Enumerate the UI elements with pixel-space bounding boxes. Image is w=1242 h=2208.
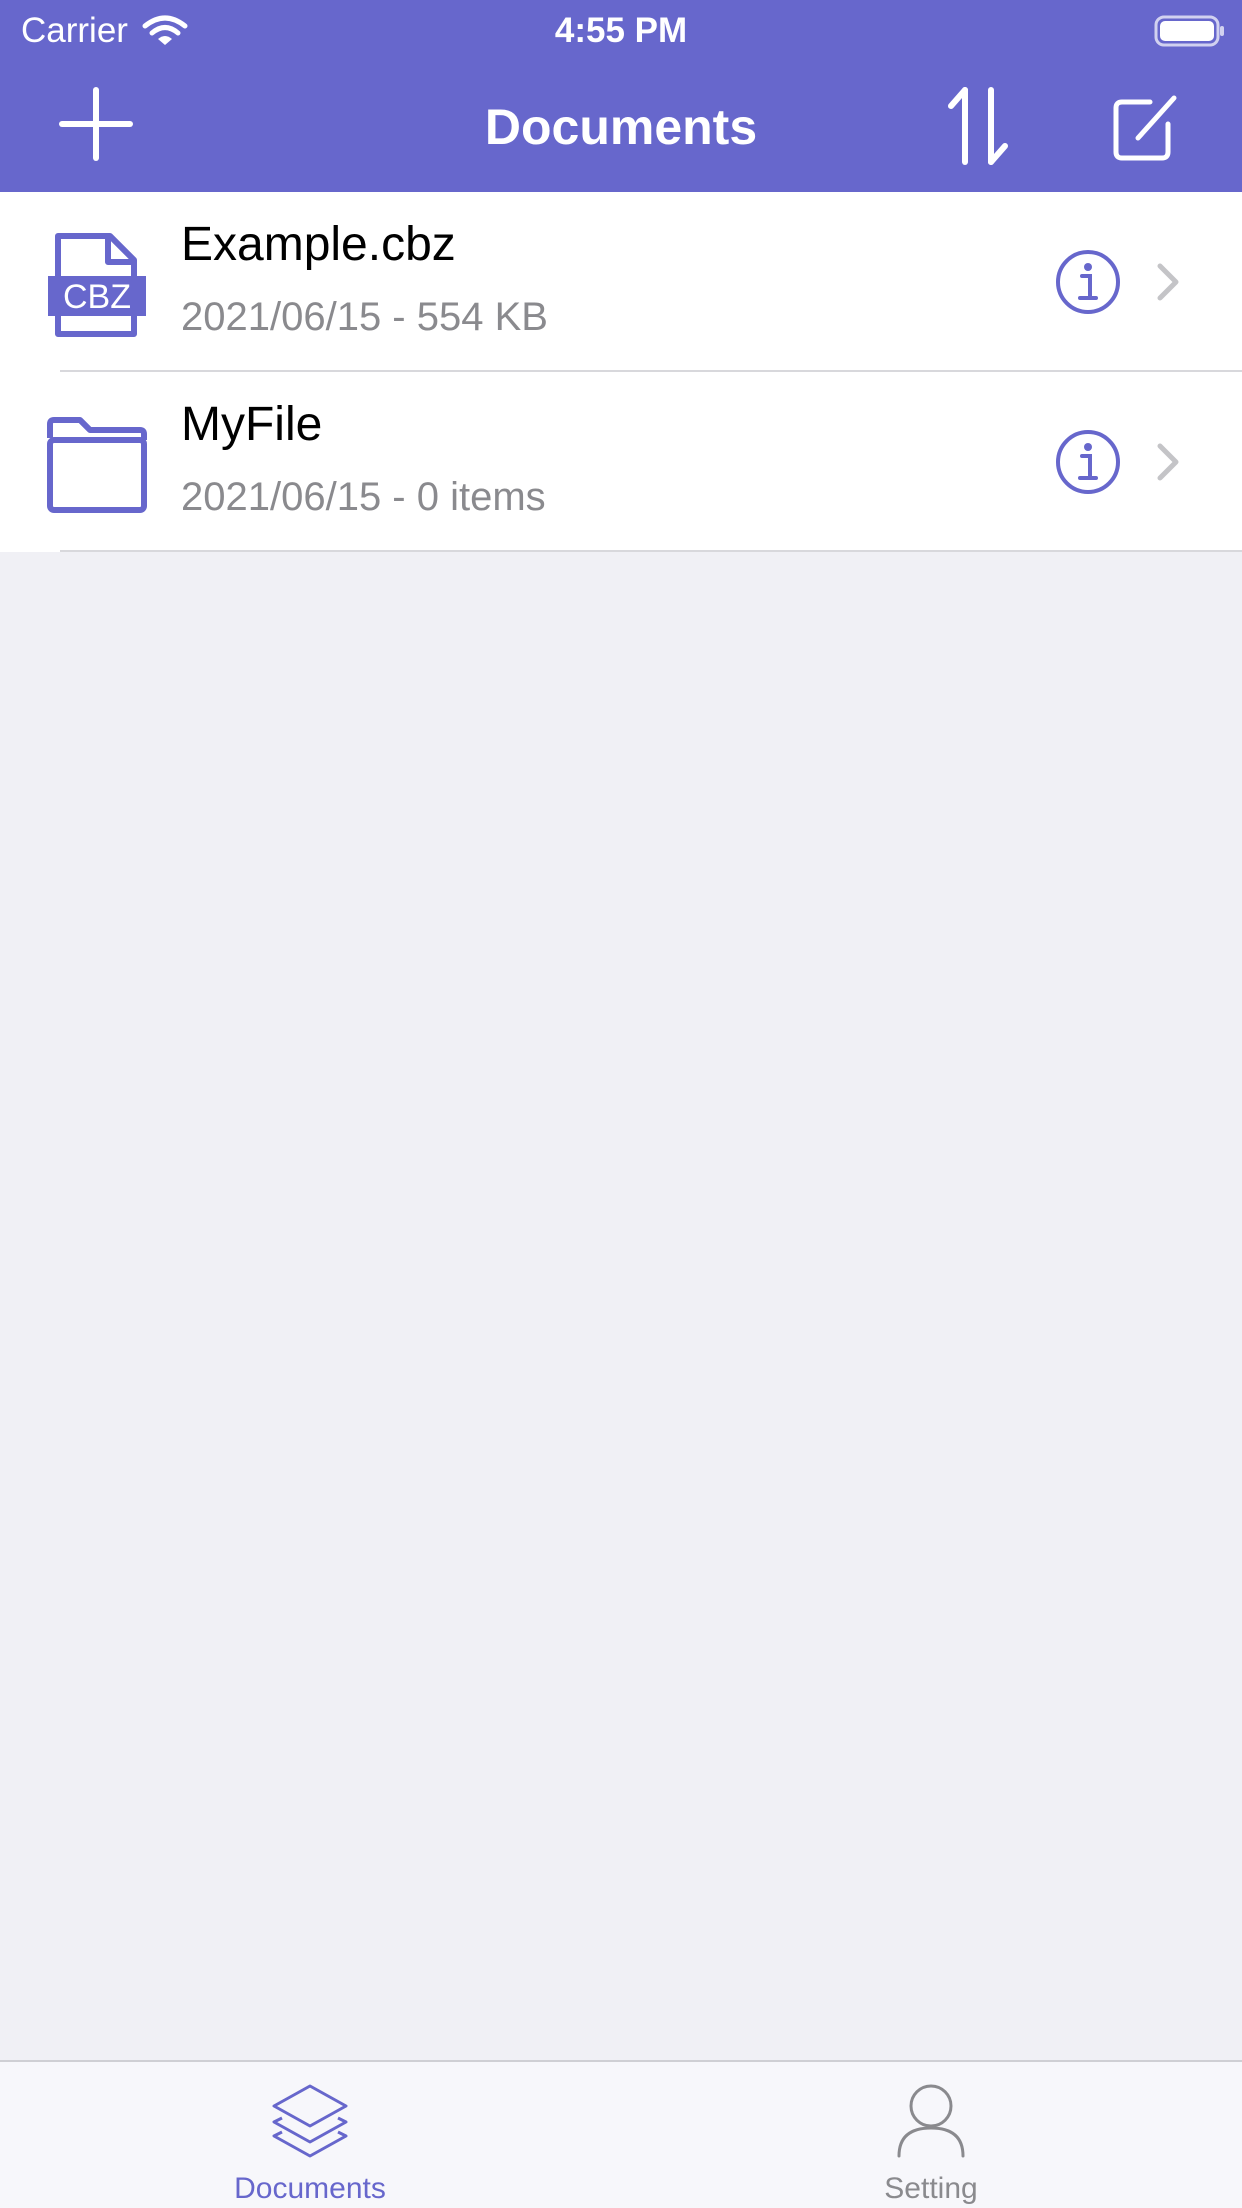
person-icon: [897, 2084, 965, 2158]
row-divider: [60, 550, 1242, 552]
tab-label: Documents: [234, 2172, 386, 2205]
header: Carrier 4:55 PM Documents: [0, 0, 1242, 192]
list-item-myfile[interactable]: MyFile 2021/06/15 - 0 items: [0, 372, 1242, 552]
status-time: 4:55 PM: [554, 11, 688, 50]
folder-icon: [47, 417, 147, 513]
cbz-thumb-label: CBZ: [63, 278, 131, 316]
sort-icon[interactable]: [945, 86, 1011, 166]
navigation-bar: Documents: [0, 62, 1242, 192]
page-title: Documents: [484, 99, 758, 155]
edit-icon[interactable]: [1110, 90, 1180, 162]
chevron-right-icon: [1157, 443, 1179, 481]
status-bar: Carrier 4:55 PM: [0, 0, 1242, 62]
tab-setting[interactable]: Setting: [776, 2062, 1086, 2208]
file-meta: 2021/06/15 - 554 KB: [181, 295, 548, 339]
tab-documents[interactable]: Documents: [155, 2062, 465, 2208]
file-meta: 2021/06/15 - 0 items: [181, 475, 546, 519]
tab-label: Setting: [884, 2172, 978, 2205]
document-list: CBZ Example.cbz 2021/06/15 - 554 KB MyFi…: [0, 192, 1242, 552]
battery-icon: [1154, 15, 1224, 47]
info-icon[interactable]: [1054, 248, 1122, 316]
list-item-example-cbz[interactable]: CBZ Example.cbz 2021/06/15 - 554 KB: [0, 192, 1242, 372]
cbz-file-icon: CBZ: [48, 233, 146, 337]
layers-icon: [272, 2084, 348, 2158]
info-icon[interactable]: [1054, 428, 1122, 496]
documents-screen: Carrier 4:55 PM Documents CBZ Example.cb…: [0, 0, 1242, 2208]
file-name: Example.cbz: [181, 218, 456, 271]
tab-bar: Documents Setting: [0, 2060, 1242, 2208]
file-name: MyFile: [181, 398, 323, 451]
chevron-right-icon: [1157, 263, 1179, 301]
